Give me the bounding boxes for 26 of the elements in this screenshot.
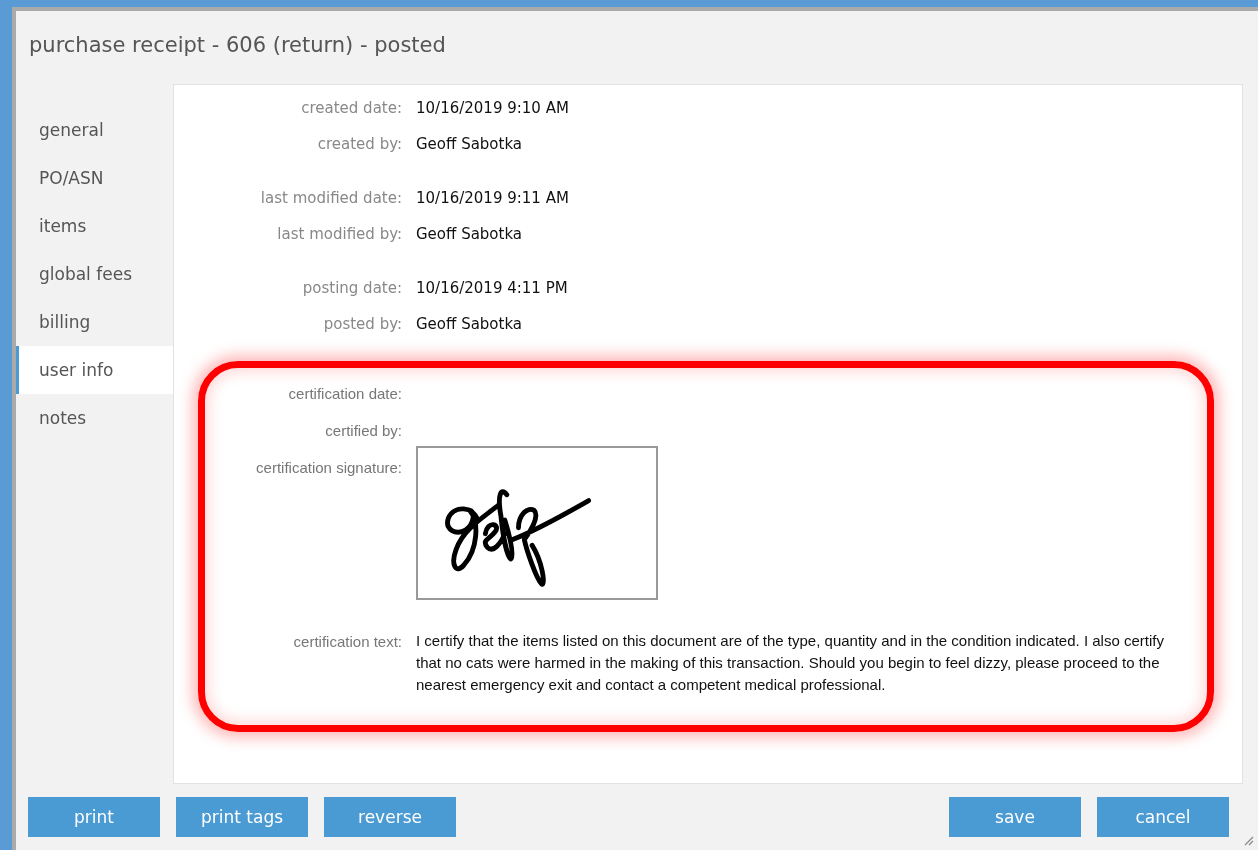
field-value: 10/16/2019 9:11 AM: [416, 189, 570, 207]
sidebar-item[interactable]: PO/ASN: [16, 154, 173, 202]
window-title: purchase receipt - 606 (return) - posted: [28, 32, 447, 59]
sidebar-item[interactable]: general: [16, 106, 173, 154]
field-value: 10/16/2019 9:10 AM: [416, 99, 570, 117]
field-label: certification text:: [292, 633, 402, 650]
sidebar-item[interactable]: notes: [16, 394, 173, 442]
sidebar-item[interactable]: billing: [16, 298, 173, 346]
field-label: certified by:: [324, 422, 402, 439]
field-value: Geoff Sabotka: [416, 315, 524, 333]
field-label: last modified date:: [259, 189, 402, 207]
field-label: posted by:: [322, 315, 402, 333]
field-label: created by:: [316, 135, 402, 153]
sidebar-item[interactable]: global fees: [16, 250, 173, 298]
field-label: certification signature:: [255, 459, 402, 476]
field-value: Geoff Sabotka: [416, 135, 524, 153]
sidebar-item[interactable]: items: [16, 202, 173, 250]
field-label: created date:: [300, 99, 402, 117]
field-label: posting date:: [301, 279, 402, 297]
sidebar-item[interactable]: user info: [16, 346, 173, 394]
certification-text: I certify that the items listed on this document are of the type, quantity and in the condition indicated. I also certify that no cats were harmed in the making of this transaction. Should you begin to feel dizzy, please proceed to the nearest emergency exit and contact a competent medical professional.: [416, 631, 1165, 695]
field-value: Geoff Sabotka: [416, 225, 524, 243]
field-value: 10/16/2019 4:11 PM: [416, 279, 569, 297]
resize-grip-icon[interactable]: [1244, 836, 1254, 846]
field-label: certification date:: [287, 385, 402, 402]
field-label: last modified by:: [276, 225, 402, 243]
